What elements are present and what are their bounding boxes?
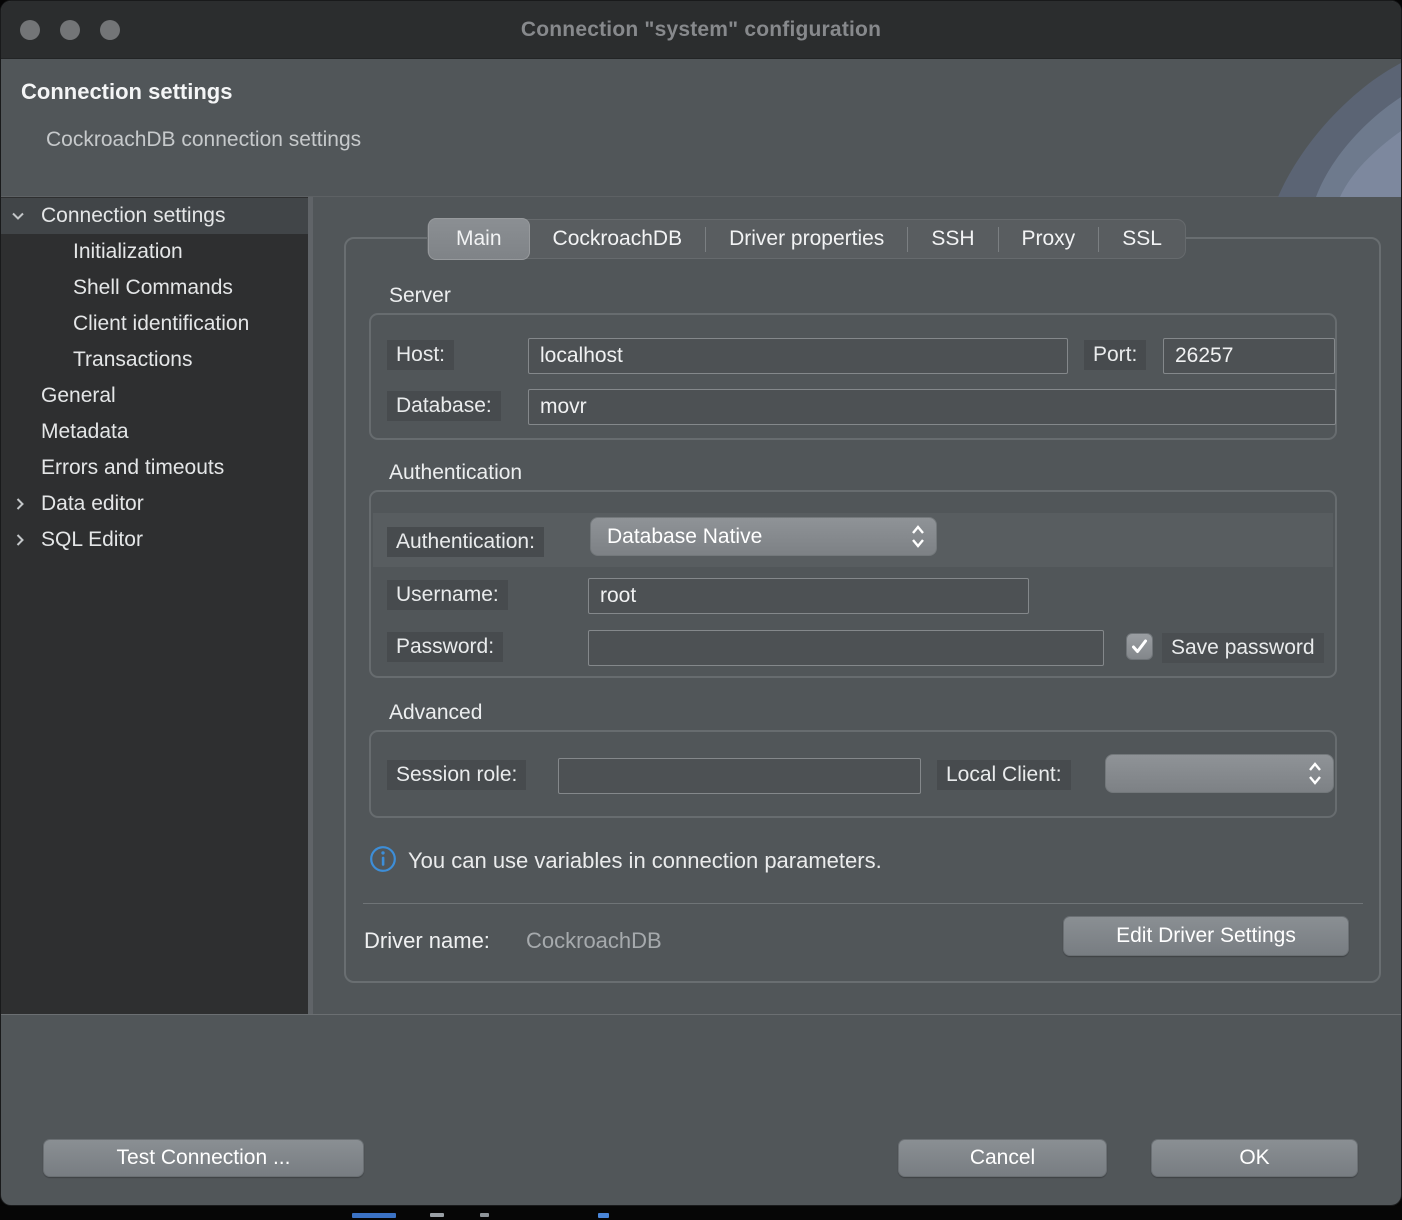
tab-label: SSH (931, 227, 974, 251)
host-label: Host: (387, 340, 454, 370)
dialog-body: Connection settings Initialization Shell… (1, 197, 1401, 1014)
tab-main[interactable]: Main (428, 218, 530, 260)
sidebar-item-label: Client identification (73, 312, 249, 336)
username-input[interactable] (588, 578, 1029, 614)
sidebar-item-connection-settings[interactable]: Connection settings (1, 198, 308, 234)
test-connection-button[interactable]: Test Connection ... (43, 1139, 364, 1177)
tab-content-main: Server Host: Port: Database: Authenticat… (344, 237, 1381, 983)
info-message: You can use variables in connection para… (408, 848, 882, 874)
tab-label: Proxy (1022, 227, 1076, 251)
sidebar-item-metadata[interactable]: Metadata (1, 414, 308, 450)
server-group-legend: Server (389, 284, 451, 308)
tab-proxy[interactable]: Proxy (999, 219, 1099, 259)
check-icon (1130, 637, 1149, 656)
port-input[interactable] (1163, 338, 1335, 374)
cancel-button[interactable]: Cancel (898, 1139, 1107, 1177)
maximize-window-button[interactable] (100, 20, 120, 40)
background-artifact (352, 1213, 396, 1218)
password-input[interactable] (588, 630, 1104, 666)
footer-divider (1, 1014, 1401, 1015)
tab-cockroachdb[interactable]: CockroachDB (530, 219, 706, 259)
close-window-button[interactable] (20, 20, 40, 40)
title-bar: Connection "system" configuration (1, 1, 1401, 59)
sidebar-item-general[interactable]: General (1, 378, 308, 414)
authentication-select[interactable]: Database Native (590, 517, 937, 556)
settings-tree: Connection settings Initialization Shell… (1, 197, 308, 1014)
username-label: Username: (387, 580, 508, 610)
save-password-label: Save password (1162, 633, 1324, 663)
driver-name-label: Driver name: (364, 928, 490, 954)
sidebar-item-label: Metadata (41, 420, 129, 444)
page-subtitle: CockroachDB connection settings (46, 128, 361, 152)
tab-label: CockroachDB (553, 227, 683, 251)
sidebar-item-label: Shell Commands (73, 276, 233, 300)
sidebar-item-initialization[interactable]: Initialization (1, 234, 308, 270)
server-group: Server Host: Port: Database: (369, 313, 1337, 440)
tab-label: Driver properties (729, 227, 884, 251)
sidebar-item-label: Transactions (73, 348, 192, 372)
main-panel: Main CockroachDB Driver properties SSH P… (313, 197, 1401, 1014)
chevron-right-icon[interactable] (11, 495, 29, 513)
sidebar-item-label: General (41, 384, 116, 408)
port-label: Port: (1084, 340, 1146, 370)
background-artifact (598, 1213, 609, 1218)
save-password-checkbox[interactable] (1126, 633, 1153, 660)
desktop-background-strip (0, 1206, 1402, 1220)
tab-driver-properties[interactable]: Driver properties (706, 219, 907, 259)
window-title: Connection "system" configuration (521, 18, 881, 42)
sidebar-item-label: Connection settings (41, 204, 225, 228)
sidebar-item-transactions[interactable]: Transactions (1, 342, 308, 378)
updown-chevron-icon (1307, 760, 1323, 787)
decorative-arcs (1226, 59, 1401, 197)
sidebar-item-sql-editor[interactable]: SQL Editor (1, 522, 308, 558)
background-artifact (430, 1213, 444, 1217)
tab-label: Main (456, 227, 502, 251)
info-icon (369, 845, 397, 873)
database-label: Database: (387, 391, 501, 421)
panel-divider (363, 903, 1363, 904)
driver-name-value: CockroachDB (526, 928, 662, 954)
host-input[interactable] (528, 338, 1068, 374)
authentication-label: Authentication: (387, 527, 544, 557)
local-client-select[interactable] (1105, 754, 1334, 793)
dialog-header: Connection settings CockroachDB connecti… (1, 59, 1401, 197)
page-title: Connection settings (21, 79, 232, 105)
background-artifact (480, 1213, 489, 1217)
minimize-window-button[interactable] (60, 20, 80, 40)
ok-button[interactable]: OK (1151, 1139, 1358, 1177)
sidebar-item-data-editor[interactable]: Data editor (1, 486, 308, 522)
authentication-select-value: Database Native (607, 525, 902, 549)
authentication-group-legend: Authentication (389, 461, 522, 485)
sidebar-item-label: Data editor (41, 492, 144, 516)
sidebar-item-errors-and-timeouts[interactable]: Errors and timeouts (1, 450, 308, 486)
traffic-lights (20, 20, 120, 40)
tab-label: SSL (1122, 227, 1162, 251)
sidebar-item-label: SQL Editor (41, 528, 143, 552)
save-password-label-wrap: Save password (1162, 633, 1337, 663)
local-client-label: Local Client: (937, 760, 1071, 790)
advanced-group-legend: Advanced (389, 701, 482, 725)
tab-ssl[interactable]: SSL (1099, 219, 1185, 259)
session-role-input[interactable] (558, 758, 921, 794)
chevron-right-icon[interactable] (11, 531, 29, 549)
sidebar-item-label: Errors and timeouts (41, 456, 224, 480)
connection-config-dialog: Connection "system" configuration Connec… (0, 0, 1402, 1206)
updown-chevron-icon (910, 523, 926, 550)
chevron-down-icon[interactable] (9, 207, 27, 225)
database-input[interactable] (528, 389, 1336, 425)
connection-tabs: Main CockroachDB Driver properties SSH P… (427, 219, 1186, 259)
sidebar-item-label: Initialization (73, 240, 183, 264)
advanced-group: Advanced Session role: Local Client: (369, 730, 1337, 818)
session-role-label: Session role: (387, 760, 526, 790)
edit-driver-settings-button[interactable]: Edit Driver Settings (1063, 916, 1349, 956)
sidebar-item-client-identification[interactable]: Client identification (1, 306, 308, 342)
sidebar-item-shell-commands[interactable]: Shell Commands (1, 270, 308, 306)
tab-ssh[interactable]: SSH (908, 219, 997, 259)
authentication-group: Authentication Authentication: Database … (369, 490, 1337, 678)
password-label: Password: (387, 632, 503, 662)
